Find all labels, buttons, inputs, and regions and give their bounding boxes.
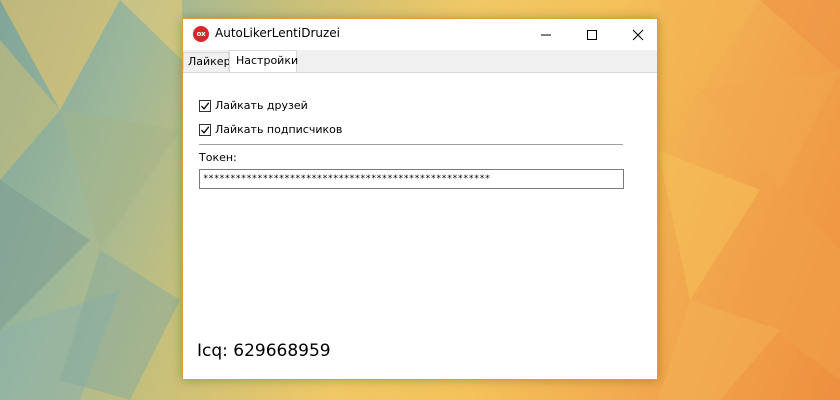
maximize-button[interactable] <box>569 19 615 50</box>
like-friends-label: Лайкать друзей <box>215 99 308 112</box>
close-icon <box>632 29 644 41</box>
app-logo-icon: ox <box>193 26 209 42</box>
like-friends-checkbox[interactable] <box>199 100 211 112</box>
tab-liker[interactable]: Лайкер <box>183 52 231 71</box>
tab-strip: Лайкер Настройки <box>183 50 657 72</box>
app-window: ox AutoLikerLentiDruzei Лайкер Настройки <box>182 18 658 380</box>
title-bar[interactable]: ox AutoLikerLentiDruzei <box>183 19 657 50</box>
tab-settings[interactable]: Настройки <box>229 50 298 72</box>
checkmark-icon <box>201 102 210 110</box>
minimize-icon <box>541 34 551 36</box>
maximize-icon <box>587 30 597 40</box>
minimize-button[interactable] <box>523 19 569 50</box>
separator-line <box>199 144 623 145</box>
window-title: AutoLikerLentiDruzei <box>215 26 341 40</box>
like-subscribers-checkbox[interactable] <box>199 124 211 136</box>
close-button[interactable] <box>615 19 661 50</box>
token-input[interactable] <box>199 169 624 189</box>
icq-contact-text: Icq: 629668959 <box>197 341 331 361</box>
settings-panel: Лайкать друзей Лайкать подписчиков Токен… <box>183 72 657 379</box>
checkmark-icon <box>201 126 210 134</box>
token-label: Токен: <box>199 151 237 164</box>
like-subscribers-label: Лайкать подписчиков <box>215 123 343 136</box>
